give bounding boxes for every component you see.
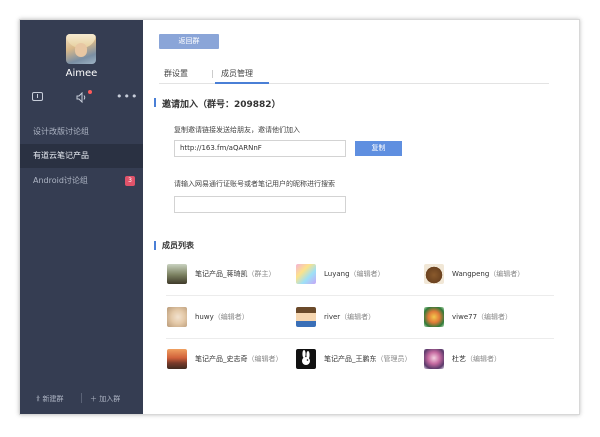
member-avatar (424, 264, 444, 284)
member-role: （编辑者） (213, 313, 249, 321)
tab-member-management[interactable]: 成员管理 (221, 68, 253, 79)
group-label: 设计改版讨论组 (33, 127, 89, 136)
member-name: 笔记产品_蒋琦凯 (195, 270, 248, 278)
member-item[interactable]: Luyang（编辑者） (296, 264, 421, 288)
member-avatar (167, 307, 187, 327)
chat-icon[interactable] (32, 92, 43, 101)
bunny-logo-icon (302, 350, 310, 365)
member-avatar (296, 307, 316, 327)
search-hint: 请输入网易通行证账号或者笔记用户的昵称进行搜索 (174, 180, 335, 188)
member-search-input[interactable] (174, 196, 346, 213)
user-avatar[interactable] (66, 34, 96, 64)
member-role: （编辑者） (349, 270, 385, 278)
member-avatar (167, 349, 187, 369)
section-marker (154, 98, 156, 107)
invite-link-field[interactable]: http://163.fm/aQARNnF (174, 140, 346, 157)
sidebar: Aimee ••• 设计改版讨论组 有道云笔记产品 Android讨论组 3 𐀪 … (20, 20, 143, 414)
row-divider (166, 295, 554, 296)
notification-dot (88, 90, 92, 94)
member-avatar (167, 264, 187, 284)
plus-icon: ＋ (90, 395, 100, 403)
member-item[interactable]: viwe77（编辑者） (424, 307, 549, 331)
member-label: Luyang（编辑者） (324, 269, 385, 279)
member-label: river（编辑者） (324, 312, 375, 322)
member-role: （编辑者） (466, 355, 501, 363)
members-section-title: 成员列表 (162, 241, 194, 250)
member-role: （编辑者） (489, 270, 525, 278)
member-name: Luyang (324, 270, 350, 278)
member-label: 笔记产品_史志奇（编辑者） (195, 354, 283, 364)
invite-hint: 复制邀请链接发送给朋友，邀请他们加入 (174, 126, 300, 134)
member-name: Wangpeng (452, 270, 490, 278)
speaker-icon[interactable] (76, 91, 90, 104)
member-name: river (324, 313, 341, 321)
sidebar-footer: 𐀪 新建群 ＋ 加入群 (20, 389, 143, 409)
active-tab-indicator (215, 82, 269, 84)
divider (81, 393, 82, 403)
sidebar-group-android[interactable]: Android讨论组 3 (20, 169, 143, 193)
member-name: 笔记产品_王鹏东 (324, 355, 377, 363)
member-label: 笔记产品_王鹏东（管理员） (324, 354, 412, 364)
member-avatar (424, 349, 444, 369)
section-marker (154, 241, 156, 250)
member-label: 笔记产品_蒋琦凯（群主） (195, 269, 276, 279)
member-name: viwe77 (452, 313, 478, 321)
group-label: 有道云笔记产品 (33, 151, 89, 160)
member-label: 杜艺（编辑者） (452, 354, 501, 364)
tab-divider (212, 70, 213, 78)
member-label: Wangpeng（编辑者） (452, 269, 524, 279)
invite-section-title: 邀请加入（群号：209882） (162, 100, 281, 110)
member-role: （群主） (247, 270, 276, 278)
member-item[interactable]: 杜艺（编辑者） (424, 349, 549, 373)
new-group-button[interactable]: 𐀪 新建群 (36, 394, 63, 404)
member-role: （编辑者） (247, 355, 283, 363)
member-item[interactable]: 笔记产品_蒋琦凯（群主） (167, 264, 292, 288)
member-role: （编辑者） (340, 313, 376, 321)
member-item[interactable]: Wangpeng（编辑者） (424, 264, 549, 288)
member-item[interactable]: 笔记产品_王鹏东（管理员） (296, 349, 421, 373)
member-item[interactable]: 笔记产品_史志奇（编辑者） (167, 349, 292, 373)
main-panel: 返回群 群设置 成员管理 邀请加入（群号：209882） 复制邀请链接发送给朋友… (143, 20, 579, 414)
member-role: （编辑者） (477, 313, 513, 321)
new-group-label: 新建群 (42, 395, 64, 403)
member-item[interactable]: river（编辑者） (296, 307, 421, 331)
member-avatar (296, 264, 316, 284)
unread-badge: 3 (125, 176, 135, 186)
join-group-button[interactable]: ＋ 加入群 (90, 394, 120, 404)
back-to-group-button[interactable]: 返回群 (159, 34, 219, 49)
member-name: 杜艺 (452, 355, 466, 363)
member-item[interactable]: huwy（编辑者） (167, 307, 292, 331)
sidebar-group-youdao[interactable]: 有道云笔记产品 (20, 144, 143, 168)
app-window: Aimee ••• 设计改版讨论组 有道云笔记产品 Android讨论组 3 𐀪 … (19, 19, 580, 415)
more-icon[interactable]: ••• (116, 90, 137, 103)
member-label: viwe77（编辑者） (452, 312, 512, 322)
row-divider (166, 338, 554, 339)
member-avatar (296, 349, 316, 369)
tab-group-settings[interactable]: 群设置 (164, 68, 188, 79)
join-group-label: 加入群 (99, 395, 121, 403)
member-role: （管理员） (376, 355, 412, 363)
username: Aimee (65, 68, 98, 79)
copy-link-button[interactable]: 复制 (355, 141, 402, 156)
member-name: 笔记产品_史志奇 (195, 355, 248, 363)
member-label: huwy（编辑者） (195, 312, 249, 322)
group-label: Android讨论组 (33, 176, 88, 185)
tab-bar: 群设置 成员管理 (159, 66, 549, 84)
member-avatar (424, 307, 444, 327)
sidebar-group-design[interactable]: 设计改版讨论组 (20, 120, 143, 144)
member-name: huwy (195, 313, 214, 321)
